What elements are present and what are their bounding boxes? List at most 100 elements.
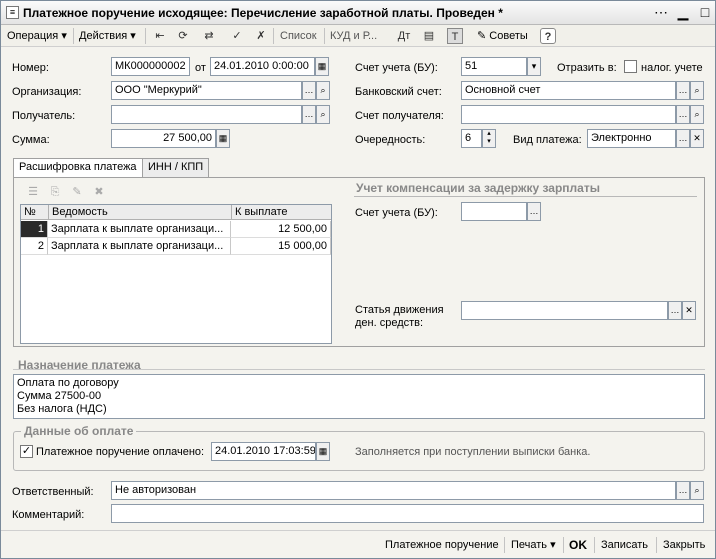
tips-button[interactable]: ✎ Советы — [477, 26, 528, 46]
select-org-button[interactable]: … — [302, 81, 316, 100]
table-cell[interactable]: Зарплата к выплате организаци... — [48, 221, 231, 238]
search-recipient-icon[interactable]: ⌕ — [316, 105, 330, 124]
table-row[interactable]: 1 — [21, 221, 48, 238]
calculator-icon[interactable]: ▦ — [216, 129, 230, 148]
recipient-field[interactable] — [111, 105, 302, 124]
payment-type-label: Вид платежа: — [513, 134, 582, 146]
sum-field[interactable]: 27 500,00 — [111, 129, 216, 148]
help-button[interactable]: ? — [540, 28, 556, 44]
reflect-label: Отразить в: — [557, 62, 617, 74]
select-recipient-button[interactable]: … — [302, 105, 316, 124]
toolbar: Операция ▾ Действия ▾ ⇤ ⟳ ⇄ ✓ ✗ Список К… — [1, 25, 715, 47]
divider — [324, 28, 325, 44]
more-icon[interactable]: ⋯ — [651, 3, 671, 22]
tab-payment-breakdown[interactable]: Расшифровка платежа — [13, 158, 143, 178]
article-label-line2: ден. средств: — [355, 317, 424, 329]
article-field[interactable] — [461, 301, 668, 320]
payment-type-field[interactable]: Электронно — [587, 129, 676, 148]
date-field[interactable]: 24.01.2010 0:00:00 — [210, 57, 315, 76]
edit-row-icon[interactable]: ✎ — [69, 184, 85, 200]
select-bank-account-button[interactable]: … — [676, 81, 690, 100]
recipient-account-label: Счет получателя: — [355, 110, 444, 122]
responsible-field[interactable]: Не авторизован — [111, 481, 676, 500]
print-menu[interactable]: Печать ▾ — [511, 535, 556, 555]
from-label: от — [195, 62, 206, 74]
paid-checkbox[interactable]: ✓ — [20, 445, 33, 458]
column-header-amount: К выплате — [231, 205, 331, 220]
add-row-icon[interactable]: ☰ — [25, 184, 41, 200]
compensation-account-field[interactable] — [461, 202, 527, 221]
search-org-icon[interactable]: ⌕ — [316, 81, 330, 100]
print-form-button[interactable]: Платежное поручение — [385, 535, 499, 555]
minimize-icon[interactable]: ▁ — [673, 3, 693, 22]
report-icon[interactable]: ▤ — [421, 28, 437, 44]
delete-row-icon[interactable]: ✖ — [91, 184, 107, 200]
window-title: Платежное поручение исходящее: Перечисле… — [23, 6, 503, 20]
table-cell[interactable]: Зарплата к выплате организаци... — [48, 238, 231, 255]
select-article-button[interactable]: … — [668, 301, 682, 320]
search-bank-account-icon[interactable]: ⌕ — [690, 81, 704, 100]
close-button[interactable]: Закрыть — [663, 535, 705, 555]
print-label: Печать — [511, 539, 548, 551]
refresh-icon[interactable]: ⟳ — [175, 28, 191, 44]
back-icon[interactable]: ⇤ — [152, 28, 168, 44]
tax-checkbox[interactable] — [624, 60, 637, 73]
operation-menu[interactable]: Операция ▾ — [7, 26, 67, 46]
tips-icon: ✎ — [477, 30, 487, 42]
paid-date-field[interactable]: 24.01.2010 17:03:59 — [211, 442, 316, 461]
table-row[interactable]: 2 — [21, 238, 48, 255]
purpose-textarea[interactable]: Оплата по договору Сумма 27500-00 Без на… — [13, 374, 705, 419]
sum-label: Сумма: — [12, 134, 50, 146]
document-icon: ≡ — [6, 6, 19, 19]
operation-label: Операция — [7, 30, 59, 42]
ok-button[interactable]: OK — [569, 535, 587, 555]
title-bar: ≡ Платежное поручение исходящее: Перечис… — [1, 1, 715, 25]
select-compensation-account-button[interactable]: … — [527, 202, 541, 221]
table-cell[interactable]: 15 000,00 — [231, 238, 331, 255]
divider — [354, 196, 697, 197]
table-cell[interactable]: 12 500,00 — [231, 221, 331, 238]
priority-field[interactable]: 6 — [461, 129, 482, 148]
tips-label: Советы — [489, 30, 528, 42]
comment-label: Комментарий: — [12, 509, 85, 521]
select-responsible-button[interactable]: … — [676, 481, 690, 500]
search-recipient-account-icon[interactable]: ⌕ — [690, 105, 704, 124]
bank-account-field[interactable]: Основной счет — [461, 81, 676, 100]
tab-inn-kpp[interactable]: ИНН / КПП — [142, 158, 210, 177]
select-recipient-account-button[interactable]: … — [676, 105, 690, 124]
maximize-icon[interactable]: □ — [695, 3, 715, 22]
divider — [656, 537, 657, 553]
responsible-label: Ответственный: — [12, 486, 94, 498]
number-field[interactable]: МК000000002 — [111, 57, 190, 76]
purpose-line: Без налога (НДС) — [17, 403, 107, 415]
list-button[interactable]: Список — [280, 26, 317, 46]
save-button[interactable]: Записать — [601, 535, 648, 555]
dt-kt-icon[interactable]: Дт — [396, 28, 412, 44]
calendar-icon[interactable]: ▦ — [316, 442, 330, 461]
priority-spinner-icon[interactable]: ▴ ▾ — [482, 129, 496, 148]
divider — [73, 28, 74, 44]
bank-account-label: Банковский счет: — [355, 86, 442, 98]
actions-menu[interactable]: Действия ▾ — [79, 26, 136, 46]
calendar-icon[interactable]: ▦ — [315, 57, 329, 76]
recipient-account-field[interactable] — [461, 105, 676, 124]
account-bu-label: Счет учета (БУ): — [355, 62, 438, 74]
unpost-icon[interactable]: ✗ — [253, 28, 269, 44]
paid-hint: Заполняется при поступлении выписки банк… — [355, 446, 591, 458]
org-field[interactable]: ООО "Меркурий" — [111, 81, 302, 100]
clear-article-icon[interactable]: ✕ — [682, 301, 696, 320]
structure-icon[interactable]: ⇄ — [201, 28, 217, 44]
clear-payment-type-icon[interactable]: ✕ — [690, 129, 704, 148]
select-payment-type-button[interactable]: … — [676, 129, 690, 148]
account-bu-dropdown-icon[interactable]: ▾ — [527, 57, 541, 76]
paid-label: Платежное поручение оплачено: — [36, 446, 205, 458]
text-mode-icon[interactable]: T — [447, 28, 463, 44]
search-responsible-icon[interactable]: ⌕ — [690, 481, 704, 500]
copy-row-icon[interactable]: ⎘ — [47, 184, 63, 200]
kudir-button[interactable]: КУД и Р... — [330, 26, 377, 46]
document-window: ≡ Платежное поручение исходящее: Перечис… — [0, 0, 716, 559]
account-bu-field[interactable]: 51 — [461, 57, 527, 76]
tax-label: налог. учете — [641, 62, 703, 74]
comment-field[interactable] — [111, 504, 704, 523]
post-icon[interactable]: ✓ — [229, 28, 245, 44]
